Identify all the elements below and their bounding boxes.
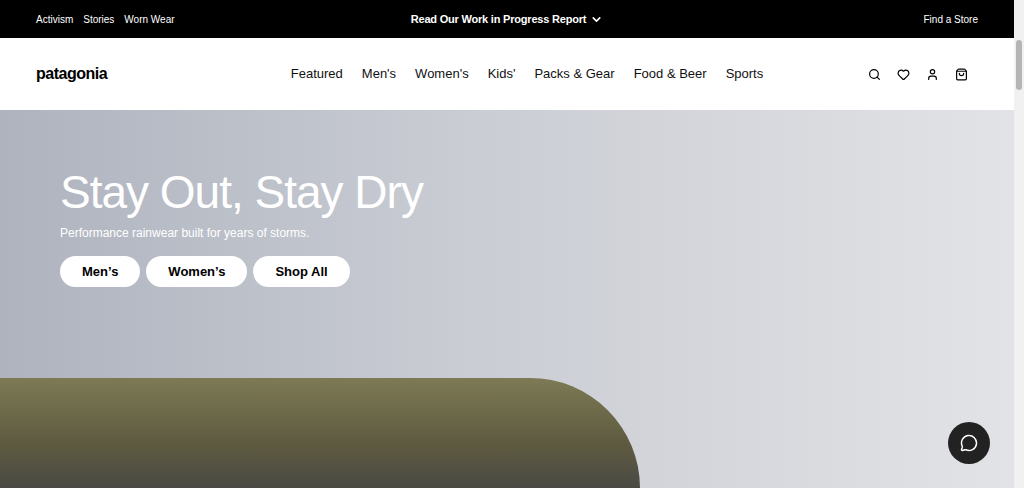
nav-item[interactable]: Food & Beer xyxy=(634,64,707,84)
hero-ground xyxy=(0,378,640,488)
account-icon[interactable] xyxy=(926,68,939,81)
chat-button[interactable] xyxy=(948,422,990,464)
hero-content: Stay Out, Stay Dry Performance rainwear b… xyxy=(0,110,1014,287)
bag-icon[interactable] xyxy=(955,68,968,81)
nav-item[interactable]: Kids' xyxy=(488,64,516,84)
nav-item[interactable]: Featured xyxy=(291,64,343,84)
nav-item[interactable]: Men's xyxy=(362,64,396,84)
hero-buttons: Men’sWomen’sShop All xyxy=(60,256,1014,287)
header-icons xyxy=(858,68,978,81)
nav-item[interactable]: Women's xyxy=(415,64,469,84)
search-icon[interactable] xyxy=(868,68,881,81)
hero-button[interactable]: Women’s xyxy=(146,256,247,287)
scrollbar-thumb[interactable] xyxy=(1016,40,1022,90)
hero-button[interactable]: Men’s xyxy=(60,256,140,287)
top-links: Activism Stories Worn Wear xyxy=(36,12,236,27)
find-store-link[interactable]: Find a Store xyxy=(924,12,978,27)
hero-subtitle: Performance rainwear built for years of … xyxy=(60,224,1014,242)
header: patagonia Featured Men's Women's Kids' Packs … xyxy=(0,38,1014,110)
hero: Stay Out, Stay Dry Performance rainwear b… xyxy=(0,110,1014,488)
top-link[interactable]: Stories xyxy=(83,12,114,27)
nav-item[interactable]: Sports xyxy=(726,64,764,84)
top-link[interactable]: Activism xyxy=(36,12,73,27)
chevron-down-icon xyxy=(590,13,603,26)
main-nav: Featured Men's Women's Kids' Packs & Gear Foo… xyxy=(236,64,858,84)
hero-title: Stay Out, Stay Dry xyxy=(60,166,1014,218)
top-link[interactable]: Worn Wear xyxy=(124,12,174,27)
nav-item[interactable]: Packs & Gear xyxy=(534,64,614,84)
hero-button[interactable]: Shop All xyxy=(253,256,349,287)
chat-icon xyxy=(960,434,978,452)
heart-icon[interactable] xyxy=(897,68,910,81)
scrollbar[interactable] xyxy=(1014,0,1024,488)
logo[interactable]: patagonia xyxy=(36,65,107,82)
page: Activism Stories Worn Wear Read Our Work in… xyxy=(0,0,1024,488)
main: Activism Stories Worn Wear Read Our Work in… xyxy=(0,0,1014,488)
announcement[interactable]: Read Our Work in Progress Report xyxy=(411,11,604,28)
top-bar: Activism Stories Worn Wear Read Our Work in… xyxy=(0,0,1014,38)
